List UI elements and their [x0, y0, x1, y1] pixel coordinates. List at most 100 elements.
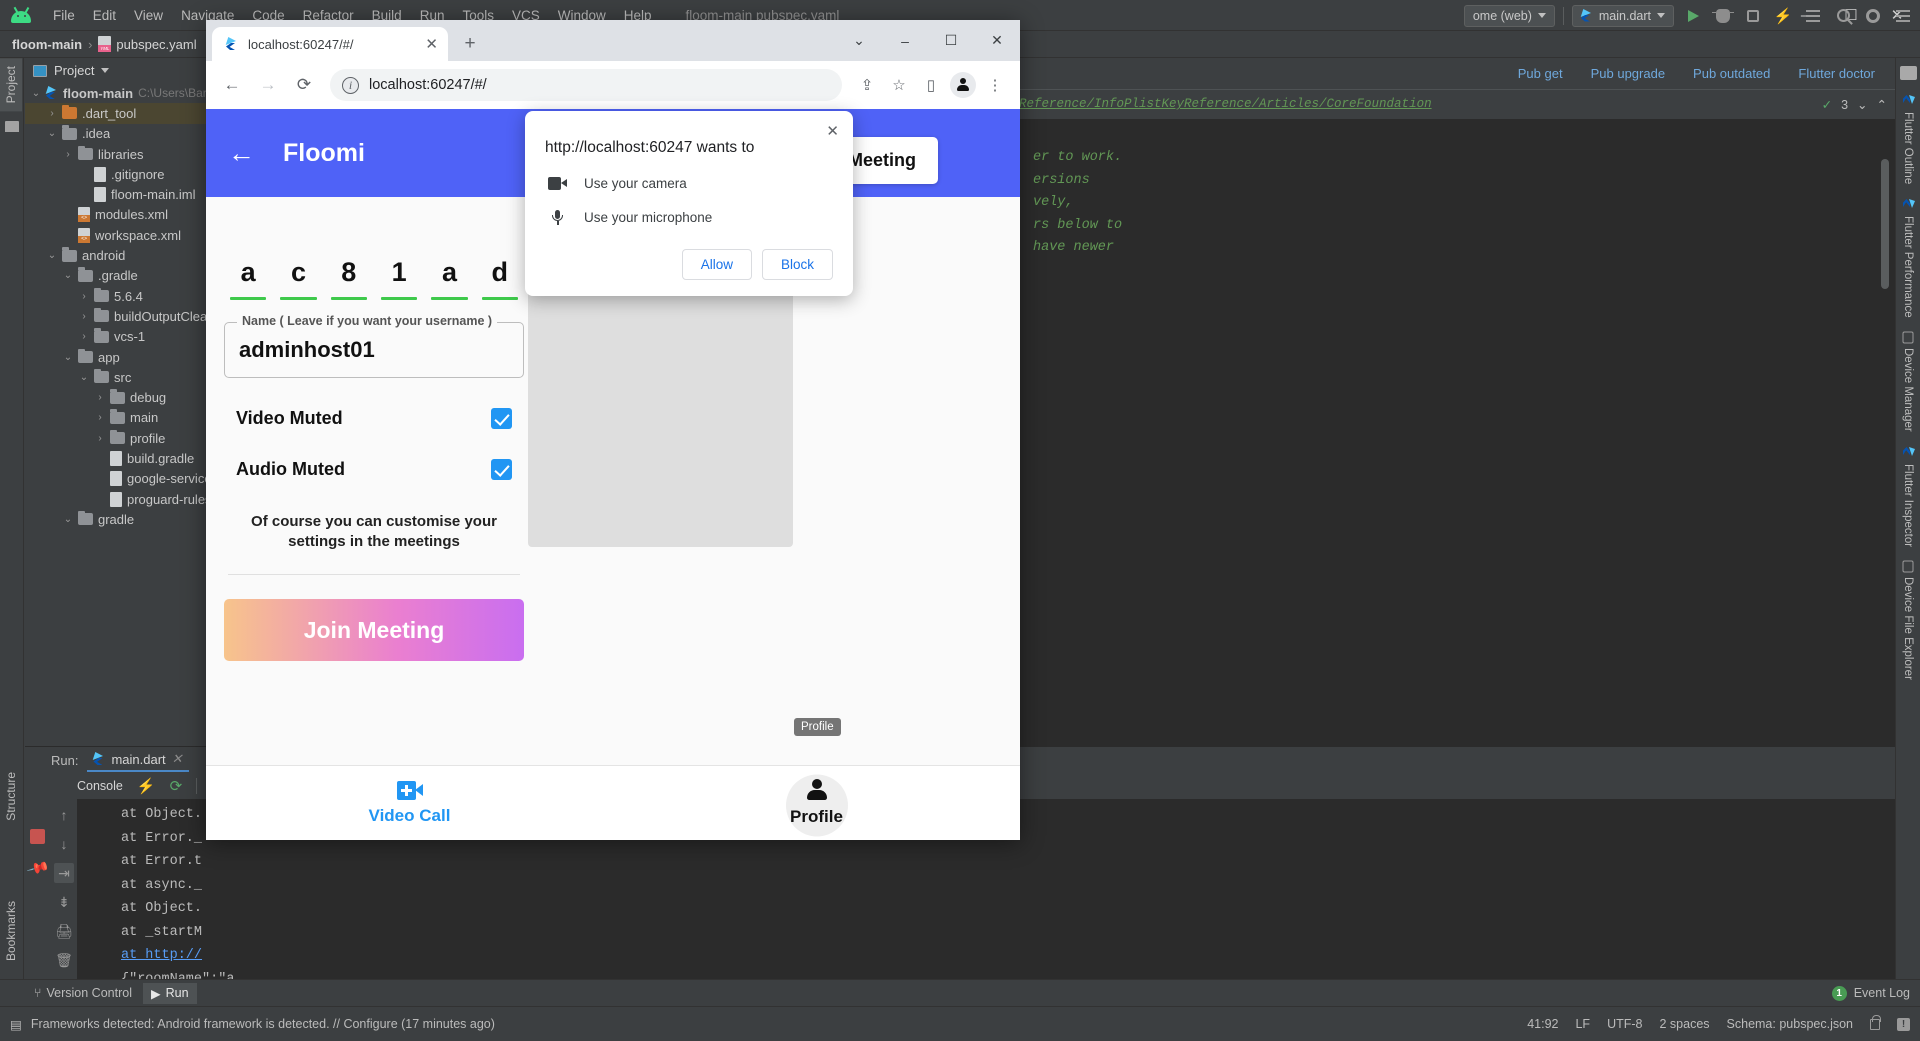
browser-tab[interactable]: localhost:60247/#/ ✕: [212, 27, 448, 61]
close-icon[interactable]: ✕: [425, 35, 438, 53]
tree-row[interactable]: › libraries: [25, 144, 215, 164]
tree-row[interactable]: ⌄ floom-main C:\Users\Bar: [25, 83, 215, 103]
more-toolbar-icon[interactable]: [1892, 5, 1914, 27]
pub-upgrade-link[interactable]: Pub upgrade: [1591, 66, 1665, 81]
chevron-down-icon[interactable]: ⌄: [79, 372, 89, 383]
tree-row[interactable]: floom-main.iml: [25, 184, 215, 204]
app-back-button[interactable]: ←: [228, 139, 255, 167]
chevron-down-icon[interactable]: [101, 68, 110, 73]
close-icon[interactable]: ✕: [826, 122, 839, 140]
tree-row[interactable]: google-services.: [25, 469, 215, 489]
chevron-down-icon[interactable]: ⌄: [63, 514, 73, 525]
sidebar-tab-bookmarks[interactable]: Bookmarks: [0, 893, 22, 969]
lock-icon[interactable]: [1870, 1014, 1881, 1030]
structure-folder-icon[interactable]: [4, 121, 19, 133]
browser-back-button[interactable]: ←: [216, 69, 248, 101]
layout-button[interactable]: [1802, 5, 1824, 27]
tree-row[interactable]: › profile: [25, 428, 215, 448]
close-icon[interactable]: ✕: [172, 751, 183, 767]
schema-setting[interactable]: Schema: pubspec.json: [1727, 1017, 1853, 1031]
project-tree[interactable]: ⌄ floom-main C:\Users\Bar › .dart_tool ⌄ .idea…: [25, 83, 215, 530]
hot-reload-button[interactable]: ⚡: [1772, 5, 1794, 27]
more-menu-icon[interactable]: ⋮: [980, 70, 1010, 100]
breadcrumb-file[interactable]: pubspec.yaml: [98, 36, 197, 52]
stop-process-button[interactable]: [30, 829, 45, 844]
print-icon[interactable]: 🖨: [54, 921, 74, 941]
indent-setting[interactable]: 2 spaces: [1660, 1017, 1710, 1031]
tree-row[interactable]: › .dart_tool: [25, 103, 215, 124]
menu-view[interactable]: View: [125, 4, 172, 27]
tree-row[interactable]: › buildOutputClea: [25, 306, 215, 326]
join-meeting-button[interactable]: Join Meeting: [224, 599, 524, 661]
run-tab-main-dart[interactable]: main.dart ✕: [87, 748, 189, 772]
name-field[interactable]: Name ( Leave if you want your username )…: [224, 314, 524, 378]
tree-row[interactable]: ⌄ android: [25, 245, 215, 265]
sidebar-tab-project[interactable]: Project: [0, 58, 22, 112]
video-muted-checkbox[interactable]: [491, 408, 512, 429]
user-panel-icon[interactable]: [1899, 66, 1917, 80]
chevron-down-icon[interactable]: ⌄: [1857, 97, 1867, 112]
chevron-down-icon[interactable]: ⌄: [47, 128, 57, 139]
audio-muted-row[interactable]: Audio Muted: [224, 459, 524, 480]
bottom-tab-run[interactable]: ▶ Run: [142, 982, 197, 1004]
tab-device-file-explorer[interactable]: Device File Explorer: [1902, 555, 1914, 686]
tree-row[interactable]: › vcs-1: [25, 327, 215, 347]
breadcrumb-project[interactable]: floom-main: [12, 37, 82, 52]
chevron-right-icon[interactable]: ›: [79, 291, 89, 302]
stop-button[interactable]: [1742, 5, 1764, 27]
room-code-digit[interactable]: d: [481, 252, 518, 300]
address-bar[interactable]: i localhost:60247/#/: [330, 69, 842, 101]
browser-maximize-button[interactable]: ☐: [928, 20, 974, 61]
browser-minimize-button[interactable]: –: [882, 20, 928, 61]
file-encoding[interactable]: UTF-8: [1607, 1017, 1642, 1031]
debug-button[interactable]: [1712, 5, 1734, 27]
editor-link-line[interactable]: Reference/InfoPlistKeyReference/Articles…: [1019, 93, 1813, 116]
block-button[interactable]: Block: [761, 249, 833, 280]
tree-row[interactable]: ⌄ .gradle: [25, 266, 215, 286]
video-muted-row[interactable]: Video Muted: [224, 408, 524, 429]
scroll-to-end-icon[interactable]: ⇟: [54, 892, 74, 912]
console-tab-label[interactable]: Console: [77, 779, 123, 793]
console-line[interactable]: at http://: [121, 944, 1895, 968]
settings-gear-icon[interactable]: [1862, 5, 1884, 27]
room-code[interactable]: a c 8 1 a d: [224, 252, 524, 300]
hot-reload-icon[interactable]: ⚡: [137, 777, 156, 795]
chevron-right-icon[interactable]: ›: [95, 412, 105, 423]
tree-row[interactable]: ⌄ src: [25, 367, 215, 387]
hot-restart-icon[interactable]: ⟳: [170, 777, 183, 795]
pub-get-link[interactable]: Pub get: [1518, 66, 1563, 81]
menu-edit[interactable]: Edit: [84, 4, 125, 27]
chevron-up-icon[interactable]: ⌃: [1877, 97, 1887, 112]
browser-reload-button[interactable]: ⟳: [288, 69, 320, 101]
tree-row[interactable]: modules.xml: [25, 205, 215, 225]
room-code-digit[interactable]: c: [280, 252, 317, 300]
run-target-selector[interactable]: main.dart: [1571, 4, 1674, 27]
chevron-right-icon[interactable]: ›: [63, 149, 73, 160]
chevron-right-icon[interactable]: ›: [47, 108, 57, 119]
tab-device-manager[interactable]: Device Manager: [1902, 326, 1914, 438]
audio-muted-checkbox[interactable]: [491, 459, 512, 480]
nav-item-video-call[interactable]: Video Call: [206, 766, 613, 840]
tree-row[interactable]: workspace.xml: [25, 225, 215, 245]
tab-flutter-performance[interactable]: Flutter Performance: [1902, 192, 1914, 324]
pub-outdated-link[interactable]: Pub outdated: [1693, 66, 1770, 81]
browser-tab-search-button[interactable]: ⌄: [836, 20, 882, 61]
chevron-down-icon[interactable]: ⌄: [63, 270, 73, 281]
tree-row[interactable]: › main: [25, 408, 215, 428]
project-panel-header[interactable]: Project: [25, 58, 215, 83]
notifications-icon[interactable]: !: [1897, 1017, 1910, 1031]
chevron-down-icon[interactable]: ⌄: [47, 250, 57, 261]
browser-close-button[interactable]: ✕: [974, 20, 1020, 61]
tree-row[interactable]: .gitignore: [25, 164, 215, 184]
chevron-down-icon[interactable]: ⌄: [63, 352, 73, 363]
room-code-digit[interactable]: 8: [330, 252, 367, 300]
tab-flutter-outline[interactable]: Flutter Outline: [1902, 88, 1914, 190]
star-icon[interactable]: ☆: [884, 70, 914, 100]
caret-position[interactable]: 41:92: [1527, 1017, 1558, 1031]
tree-row[interactable]: ⌄ gradle: [25, 509, 215, 529]
room-code-digit[interactable]: 1: [380, 252, 418, 300]
new-tab-button[interactable]: +: [456, 30, 484, 58]
chevron-right-icon[interactable]: ›: [79, 311, 89, 322]
bottom-tab-version-control[interactable]: ⑂ Version Control: [26, 983, 140, 1003]
event-log-area[interactable]: 1 Event Log: [1831, 985, 1920, 1001]
